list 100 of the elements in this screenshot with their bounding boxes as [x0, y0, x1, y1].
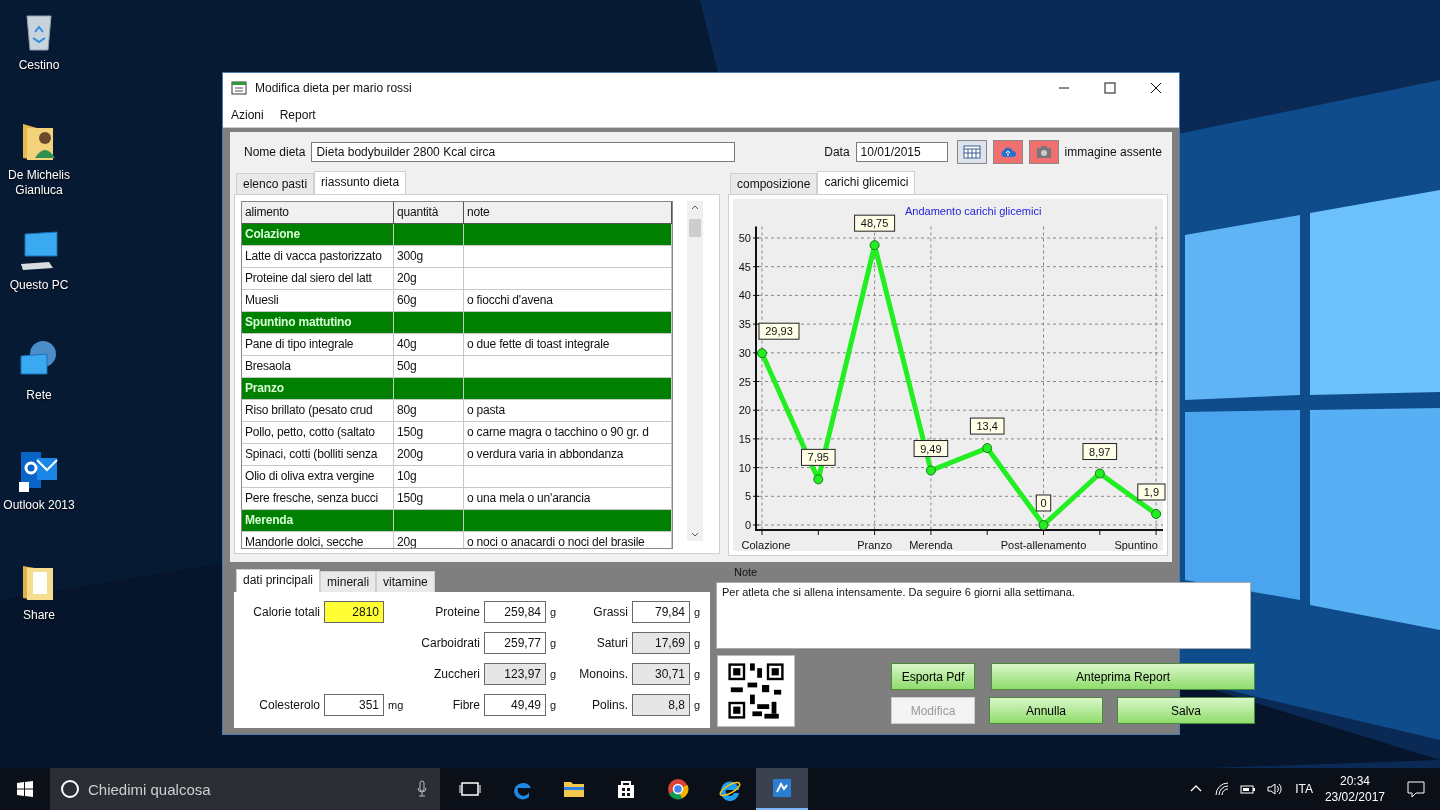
unit-label: g — [694, 667, 701, 680]
qr-code — [726, 661, 786, 721]
data-point — [982, 443, 993, 454]
value-field[interactable]: 123,97 — [484, 662, 546, 685]
clock[interactable]: 20:34 23/02/2017 — [1324, 773, 1385, 805]
axis-tick-label: 20 — [738, 404, 751, 417]
start-icon[interactable] — [17, 781, 33, 797]
axis-tick-label: 45 — [738, 260, 751, 273]
table-cell: Colazione — [242, 224, 394, 246]
data-label-box — [854, 214, 896, 232]
desktop-icon-label[interactable]: Rete — [1, 388, 77, 403]
tab[interactable]: composizione — [730, 173, 818, 194]
action-button[interactable]: Salva — [1117, 697, 1255, 724]
table-cell: Spuntino mattutino — [242, 312, 394, 334]
value-field[interactable]: 30,71 — [632, 662, 690, 685]
diet-name-field[interactable]: Dieta bodybuilder 2800 Kcal circa — [311, 142, 736, 162]
tab[interactable]: elenco pasti — [236, 173, 315, 194]
table-cell: 40g — [394, 334, 464, 356]
data-label: 9,49 — [920, 442, 942, 455]
unit-label: g — [694, 605, 701, 618]
chart-title: Andamento carichi glicemici — [905, 205, 1042, 217]
upload-button[interactable] — [992, 140, 1023, 164]
action-button[interactable]: Anteprima Report — [991, 663, 1255, 690]
data-label-box — [913, 440, 949, 458]
action-button[interactable]: Esporta Pdf — [891, 663, 975, 690]
wifi-icon[interactable] — [1214, 781, 1231, 797]
tab[interactable]: vitamine — [376, 571, 435, 592]
table-cell: 10g — [394, 466, 464, 488]
window-title: Modifica dieta per mario rossi — [255, 81, 412, 95]
field-label: Carboidrati — [420, 635, 480, 650]
tab[interactable]: carichi glicemici — [817, 171, 916, 194]
date-field[interactable]: 10/01/2015 — [855, 142, 948, 162]
column-header[interactable]: quantità — [394, 202, 464, 224]
field-label: Data — [824, 145, 850, 159]
unit-label: g — [550, 667, 557, 680]
language-indicator[interactable]: ITA — [1295, 782, 1313, 796]
table-cell: o verdura varia in abbondanza — [464, 444, 672, 466]
table-cell: 80g — [394, 400, 464, 422]
tab[interactable]: minerali — [320, 571, 377, 592]
data-point — [1151, 509, 1162, 519]
data-label-box — [1082, 443, 1118, 460]
notifications-icon[interactable] — [1406, 779, 1426, 799]
desktop-icon-label[interactable]: Share — [1, 608, 77, 623]
field-label: Proteine — [434, 604, 480, 619]
search-field[interactable]: Chiedimi qualcosa — [50, 768, 440, 810]
value-field[interactable]: 351 — [324, 693, 384, 716]
unit-label: g — [550, 636, 557, 649]
field-label: Fibre — [451, 697, 480, 712]
data-point — [813, 474, 824, 485]
desktop-icon-label[interactable]: De Michelis Gianluca — [1, 168, 77, 198]
value-field[interactable]: 8,8 — [632, 693, 690, 716]
table-cell: Latte di vacca pastorizzato — [242, 246, 394, 268]
data-label-box — [969, 417, 1005, 435]
value-field[interactable]: 17,69 — [632, 631, 690, 654]
unit-label: g — [550, 605, 557, 618]
menu-item[interactable]: Report — [277, 106, 318, 124]
axis-tick-label: 40 — [738, 289, 751, 302]
note-field[interactable]: Per atleta che si allena intensamente. Da seguire 6 giorni alla settimana. — [716, 582, 1251, 649]
volume-icon[interactable] — [1266, 781, 1283, 797]
value-field[interactable]: 79,84 — [632, 600, 690, 623]
field-label: Monoins. — [578, 666, 628, 681]
data-label-box — [801, 448, 836, 466]
data-label: 29,93 — [765, 325, 793, 338]
value-field[interactable]: 259,77 — [484, 631, 546, 654]
note-label: Note — [733, 566, 759, 580]
data-label-box — [758, 322, 800, 340]
value-field[interactable]: 49,49 — [484, 693, 546, 716]
table-cell: 20g — [394, 532, 464, 548]
table-cell: Pranzo — [242, 378, 394, 400]
table-cell — [394, 312, 464, 334]
field-label: Calorie totali — [252, 604, 320, 619]
table-cell: Mandorle dolci, secche — [242, 532, 394, 548]
scrollbar[interactable] — [687, 201, 703, 541]
calendar-button[interactable] — [956, 140, 987, 164]
value-field[interactable]: 2810 — [324, 600, 384, 623]
data-point — [925, 465, 936, 476]
microphone-icon[interactable] — [416, 780, 428, 798]
action-button[interactable]: Annulla — [989, 697, 1103, 724]
axis-tick-label: 10 — [738, 461, 751, 474]
data-label-box — [1137, 483, 1166, 501]
data-label: 0 — [1040, 497, 1047, 509]
browser-icon — [666, 777, 690, 801]
table-cell: o carne magra o tacchino o 90 gr. d — [464, 422, 672, 444]
field-label: Grassi — [592, 604, 628, 619]
tab[interactable]: riassunto dieta — [314, 171, 407, 194]
desktop-icon-label[interactable]: Questo PC — [1, 278, 77, 293]
table-cell: Spinaci, cotti (bolliti senza — [242, 444, 394, 466]
camera-button[interactable] — [1028, 140, 1059, 164]
tab[interactable]: dati principali — [236, 569, 321, 592]
data-label-box — [1035, 494, 1052, 512]
cloud-upload-icon — [1000, 147, 1016, 157]
axis-tick-label: 0 — [744, 519, 751, 531]
data-label: 7,95 — [807, 451, 829, 464]
desktop-icon-label[interactable]: Outlook 2013 — [1, 498, 77, 513]
column-header[interactable]: alimento — [242, 202, 394, 224]
desktop-icon-label[interactable]: Cestino — [1, 58, 77, 73]
value-field[interactable]: 259,84 — [484, 600, 546, 623]
column-header[interactable]: note — [464, 202, 672, 224]
calendar-icon — [963, 145, 981, 159]
menu-item[interactable]: Azioni — [229, 106, 266, 124]
